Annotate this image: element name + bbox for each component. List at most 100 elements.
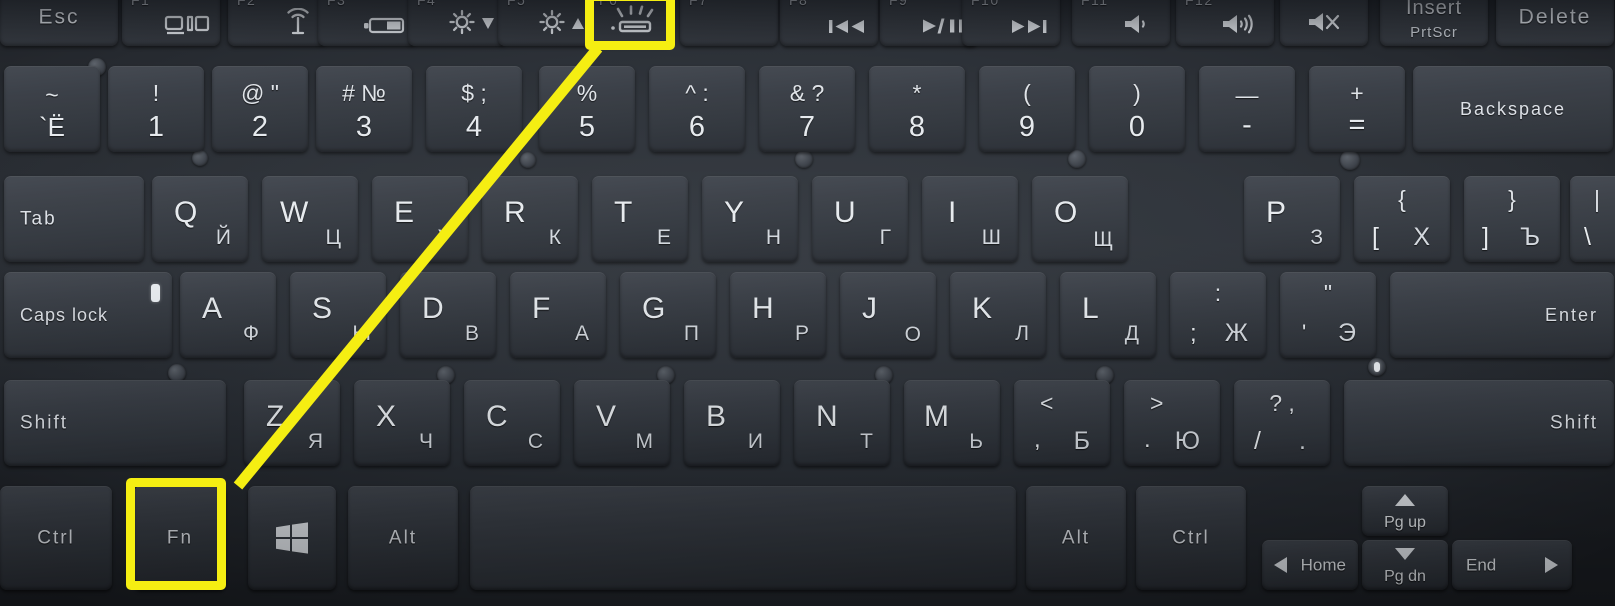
key-tab[interactable]: Tab xyxy=(4,176,144,262)
key-f7[interactable]: F7 xyxy=(680,0,778,46)
key-s[interactable]: S Ы xyxy=(290,272,386,358)
key-n[interactable]: N Т xyxy=(794,380,890,466)
key-a-cyrillic: Ф xyxy=(243,322,259,345)
key-bracket-left[interactable]: { [ Х xyxy=(1354,176,1450,262)
key-shift-right[interactable]: Shift xyxy=(1344,380,1614,466)
fn-lock-led xyxy=(1374,362,1380,372)
key-digit-6-lower: 6 xyxy=(688,111,706,143)
key-r[interactable]: R К xyxy=(482,176,578,262)
key-w-cyrillic: Ц xyxy=(325,226,341,249)
key-enter[interactable]: Enter xyxy=(1390,272,1614,358)
key-minus[interactable]: — - xyxy=(1199,66,1295,152)
key-arrow-left[interactable]: Home xyxy=(1262,540,1358,590)
key-bracket-right[interactable]: } ] Ъ xyxy=(1464,176,1560,262)
key-f4[interactable]: F4 xyxy=(408,0,506,46)
key-y[interactable]: Y Н xyxy=(702,176,798,262)
key-arrow-up[interactable]: Pg up xyxy=(1362,486,1448,536)
key-x[interactable]: X Ч xyxy=(354,380,450,466)
key-f1[interactable]: F1 xyxy=(122,0,220,46)
key-semicolon[interactable]: : ; Ж xyxy=(1170,272,1266,358)
key-i-cyrillic: Ш xyxy=(981,226,1001,249)
key-delete[interactable]: Delete xyxy=(1496,0,1614,46)
key-digit-9[interactable]: ( 9 xyxy=(979,66,1075,152)
key-x-cyrillic: Ч xyxy=(419,430,433,453)
key-digit-2[interactable]: @ " 2 xyxy=(212,66,308,152)
key-f[interactable]: F А xyxy=(510,272,606,358)
key-backquote[interactable]: ~ `Ё xyxy=(4,66,100,152)
key-f8[interactable]: F8 xyxy=(780,0,878,46)
key-insert[interactable]: PrtScr Insert xyxy=(1380,0,1488,46)
key-backslash[interactable]: | \ / xyxy=(1570,176,1615,262)
key-f11[interactable]: F11 xyxy=(1072,0,1170,46)
fn-key-highlight xyxy=(126,478,226,590)
key-a[interactable]: A Ф xyxy=(180,272,276,358)
next-track-icon xyxy=(1008,16,1050,40)
key-e[interactable]: E У xyxy=(372,176,468,262)
brightness-down-icon xyxy=(446,8,496,40)
key-i-latin: I xyxy=(948,196,958,229)
key-s-cyrillic: Ы xyxy=(352,322,371,345)
key-caps-lock[interactable]: Caps lock xyxy=(4,272,172,358)
key-p[interactable]: P З xyxy=(1244,176,1340,262)
key-v[interactable]: V М xyxy=(574,380,670,466)
key-c[interactable]: C С xyxy=(464,380,560,466)
key-ctrl-left-label: Ctrl xyxy=(37,527,75,549)
key-f3[interactable]: F3 xyxy=(318,0,416,46)
key-mute[interactable] xyxy=(1280,0,1368,46)
key-h[interactable]: H Р xyxy=(730,272,826,358)
key-comma-cyrillic: Б xyxy=(1073,427,1090,455)
key-digit-2-lower: 2 xyxy=(251,111,269,143)
key-digit-4[interactable]: $ ; 4 xyxy=(426,66,522,152)
key-space[interactable] xyxy=(470,486,1016,590)
key-l[interactable]: L Д xyxy=(1060,272,1156,358)
key-alt-right[interactable]: Alt xyxy=(1026,486,1126,590)
key-arrow-right[interactable]: End xyxy=(1452,540,1572,590)
key-esc[interactable]: Esc xyxy=(0,0,118,46)
key-equal[interactable]: + = xyxy=(1309,66,1405,152)
key-g[interactable]: G П xyxy=(620,272,716,358)
key-f10[interactable]: F10 xyxy=(962,0,1060,46)
key-f2[interactable]: F2 xyxy=(228,0,326,46)
key-digit-3[interactable]: # № 3 xyxy=(316,66,412,152)
key-esc-label: Esc xyxy=(38,5,80,29)
key-w[interactable]: W Ц xyxy=(262,176,358,262)
brightness-up-icon xyxy=(536,8,586,40)
key-windows[interactable] xyxy=(248,486,336,590)
presentation-display-icon xyxy=(164,14,210,40)
key-comma-latin: , xyxy=(1034,426,1042,453)
key-comma[interactable]: < , Б xyxy=(1014,380,1110,466)
key-y-latin: Y xyxy=(724,196,746,229)
key-m[interactable]: M Ь xyxy=(904,380,1000,466)
key-digit-8[interactable]: * 8 xyxy=(869,66,965,152)
key-period-upper: > xyxy=(1150,390,1164,416)
key-digit-1[interactable]: ! 1 xyxy=(108,66,204,152)
key-f5[interactable]: F5 xyxy=(498,0,596,46)
key-i[interactable]: I Ш xyxy=(922,176,1018,262)
key-q[interactable]: Q Й xyxy=(152,176,248,262)
key-digit-7[interactable]: & ? 7 xyxy=(759,66,855,152)
key-shift-left[interactable]: Shift xyxy=(4,380,226,466)
key-arrow-down[interactable]: Pg dn xyxy=(1362,540,1448,590)
key-digit-5[interactable]: % 5 xyxy=(539,66,635,152)
key-digit-6[interactable]: ^ : 6 xyxy=(649,66,745,152)
key-digit-0[interactable]: ) 0 xyxy=(1089,66,1185,152)
key-j[interactable]: J О xyxy=(840,272,936,358)
key-u[interactable]: U Г xyxy=(812,176,908,262)
key-k[interactable]: K Л xyxy=(950,272,1046,358)
key-quote[interactable]: " ' Э xyxy=(1280,272,1376,358)
key-ctrl-right[interactable]: Ctrl xyxy=(1136,486,1246,590)
key-alt-left[interactable]: Alt xyxy=(348,486,458,590)
key-ctrl-left[interactable]: Ctrl xyxy=(0,486,112,590)
key-slash[interactable]: ? , / . xyxy=(1234,380,1330,466)
key-period[interactable]: > . Ю xyxy=(1124,380,1220,466)
key-t[interactable]: T Е xyxy=(592,176,688,262)
key-z[interactable]: Z Я xyxy=(244,380,340,466)
key-b[interactable]: B И xyxy=(684,380,780,466)
key-f12[interactable]: F12 xyxy=(1176,0,1274,46)
key-backquote-upper: ~ xyxy=(45,82,59,108)
key-shift-left-label: Shift xyxy=(20,412,69,434)
key-backspace[interactable]: Backspace xyxy=(1413,66,1613,152)
key-o[interactable]: O Щ xyxy=(1032,176,1128,262)
key-z-latin: Z xyxy=(266,400,286,433)
key-d[interactable]: D В xyxy=(400,272,496,358)
